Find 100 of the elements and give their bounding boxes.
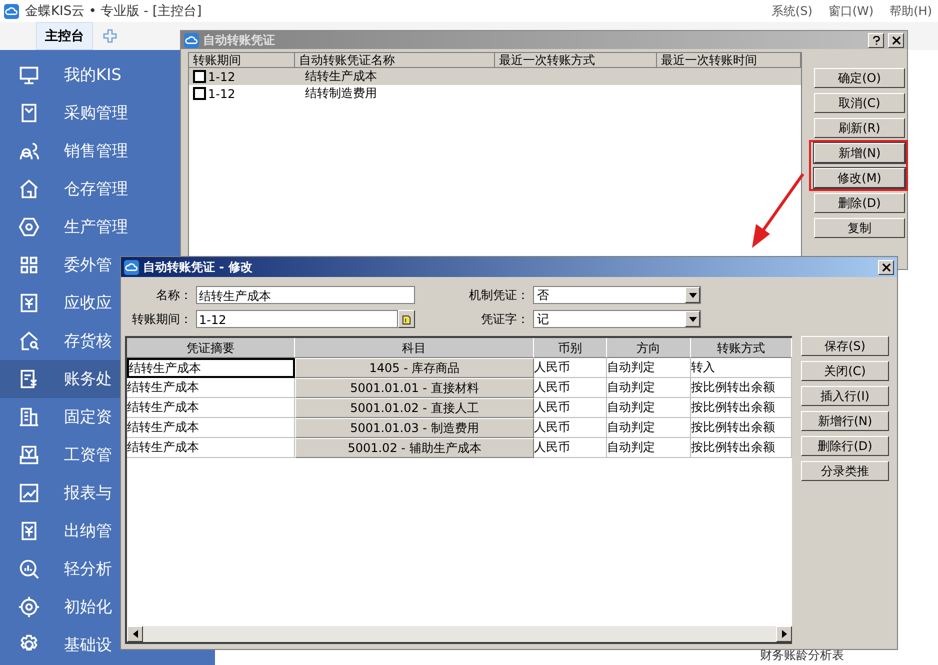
house-icon (18, 178, 40, 200)
period-text: 1-12 (207, 70, 236, 84)
grid-icon (18, 254, 40, 276)
table-cell[interactable]: 按比例转出余额 (691, 398, 792, 418)
list-row[interactable]: 1-12 结转生产成本 (189, 68, 801, 85)
menu-item[interactable]: 帮助(H) (890, 2, 932, 20)
dialog-button[interactable]: 删除(D) (814, 193, 905, 213)
sidebar-item[interactable]: 生产管理 (0, 208, 215, 246)
checkbox[interactable] (193, 87, 206, 100)
sidebar-label: 初始化 (64, 596, 112, 618)
dropdown-arrow-icon (688, 316, 696, 322)
dialog-button[interactable]: 新增行(N) (801, 411, 889, 431)
tab[interactable]: 主控台 (36, 22, 93, 50)
dialog-button[interactable]: 刷新(R) (814, 118, 905, 138)
period-input[interactable]: 1-12 (196, 310, 398, 328)
table-cell[interactable]: 人民币 (534, 398, 607, 418)
sidebar-item[interactable]: 仓存管理 (0, 170, 215, 208)
list-row[interactable]: 1-12 结转制造费用 (189, 85, 801, 102)
dialog-button[interactable]: 删除行(D) (801, 436, 889, 456)
sidebar-label: 采购管理 (64, 102, 128, 124)
dialog-button[interactable]: 取消(C) (814, 93, 905, 113)
menu-item[interactable]: 窗口(W) (828, 2, 874, 20)
cloud-logo-icon (184, 32, 199, 48)
table-cell[interactable]: 按比例转出余额 (691, 418, 792, 438)
close-icon (882, 262, 890, 272)
question-mark-icon (872, 36, 880, 44)
name-input[interactable]: 结转生产成本 (196, 286, 415, 304)
sidebar-label: 基础设 (64, 634, 112, 656)
table-cell[interactable]: 结转生产成本 (127, 398, 295, 418)
table-cell[interactable]: 自动判定 (607, 418, 691, 438)
sidebar-item[interactable]: 基础设 (0, 626, 215, 664)
building-icon (18, 406, 40, 428)
field-label: 转账期间： (131, 310, 193, 328)
sidebar-label: 轻分析 (64, 558, 112, 580)
table-cell[interactable]: 人民币 (534, 378, 607, 398)
sidebar-label: 仓存管理 (64, 178, 128, 200)
dialog-button[interactable]: 复制 (814, 218, 905, 238)
voucher-word-dropdown[interactable]: 记 (533, 310, 701, 328)
dialog-button[interactable]: 分录类推 (801, 461, 889, 481)
table-cell[interactable]: 结转生产成本 (127, 418, 295, 438)
field-label: 机制凭证： (468, 286, 530, 304)
field-label: 名称： (155, 286, 193, 304)
table-cell[interactable]: 按比例转出余额 (691, 438, 792, 458)
table-cell[interactable]: 人民币 (534, 418, 607, 438)
close-icon (892, 36, 900, 44)
dialog-button[interactable]: 关闭(C) (801, 361, 889, 381)
table-cell[interactable]: 按比例转出余额 (691, 378, 792, 398)
sidebar-label: 固定资 (64, 406, 112, 428)
field-label: 凭证字： (480, 310, 530, 328)
table-cell[interactable]: 结转生产成本 (127, 358, 295, 378)
account-cell[interactable]: 5001.01.03 - 制造费用 (295, 418, 534, 438)
table-cell[interactable]: 自动判定 (607, 358, 691, 378)
dialog-title: 自动转账凭证 (203, 32, 275, 48)
table-cell[interactable]: 结转生产成本 (127, 378, 295, 398)
sidebar-label: 账务处 (64, 368, 112, 390)
magnifier-chart-icon (18, 558, 40, 580)
table-cell[interactable]: 自动判定 (607, 398, 691, 418)
period-text: 1-12 (207, 86, 236, 100)
dialog-button[interactable]: 新增(N) (814, 143, 905, 163)
sidebar-item[interactable]: 出纳管 (0, 512, 215, 550)
picker-button[interactable] (398, 310, 415, 328)
account-cell[interactable]: 1405 - 库存商品 (295, 358, 534, 378)
table-cell[interactable]: 自动判定 (607, 378, 691, 398)
voucher-name-text: 结转生产成本 (304, 68, 377, 85)
target-icon (18, 596, 40, 618)
sidebar-item[interactable]: 初始化 (0, 588, 215, 626)
table-cell[interactable]: 人民币 (534, 358, 607, 378)
dialog-button[interactable]: 修改(M) (814, 168, 905, 188)
account-cell[interactable]: 5001.01.02 - 直接人工 (295, 398, 534, 418)
sidebar-item[interactable]: 销售管理 (0, 132, 215, 170)
table-cell[interactable]: 结转生产成本 (127, 438, 295, 458)
sidebar-item[interactable]: 报表与 (0, 474, 215, 512)
close-button[interactable] (878, 260, 894, 274)
dropdown-arrow-icon (688, 292, 696, 298)
table-cell[interactable]: 转入 (691, 358, 792, 378)
line-chart-icon (18, 482, 40, 504)
house-search-icon (18, 330, 40, 352)
column-header: 币别 (534, 338, 607, 358)
auto-voucher-dropdown[interactable]: 否 (533, 286, 701, 304)
table-cell[interactable]: 自动判定 (607, 438, 691, 458)
cloud-logo-icon (124, 260, 139, 274)
column-header: 转账方式 (691, 338, 792, 358)
account-cell[interactable]: 5001.01.01 - 直接材料 (295, 378, 534, 398)
table-cell[interactable]: 人民币 (534, 438, 607, 458)
dialog-button[interactable]: 插入行(I) (801, 386, 889, 406)
menu-item[interactable]: 系统(S) (771, 2, 812, 20)
yen-document-icon (18, 292, 40, 314)
column-header: 科目 (295, 338, 534, 358)
sidebar-label: 销售管理 (64, 140, 128, 162)
report-link[interactable]: 财务账龄分析表 (760, 647, 844, 664)
hexagon-icon (18, 216, 40, 238)
yen-document-icon (18, 368, 40, 390)
yen-tray-icon (18, 444, 40, 466)
sidebar-item[interactable]: 轻分析 (0, 550, 215, 588)
scroll-left-icon (132, 630, 138, 638)
account-cell[interactable]: 5001.02 - 辅助生产成本 (295, 438, 534, 458)
checkbox[interactable] (193, 70, 206, 83)
dialog-button[interactable]: 保存(S) (801, 336, 889, 356)
dialog-button[interactable]: 确定(O) (814, 68, 905, 88)
horizontal-scrollbar[interactable] (127, 626, 792, 642)
